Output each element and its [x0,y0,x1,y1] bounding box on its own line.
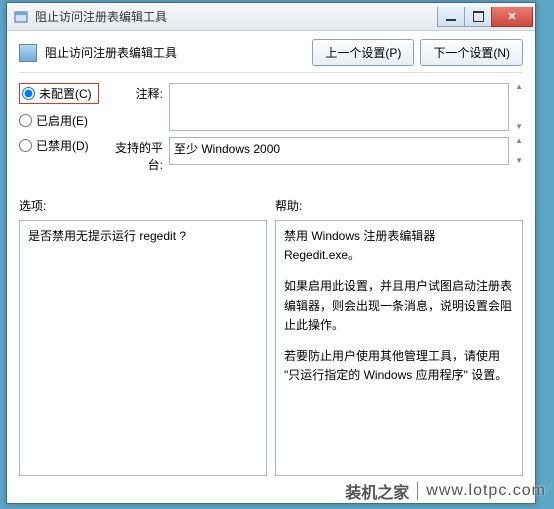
lower-row: 选项: 是否禁用无提示运行 regedit ? 帮助: 禁用 Windows 注… [19,197,523,476]
radio-disabled[interactable]: 已禁用(D) [19,137,99,154]
next-setting-button[interactable]: 下一个设置(N) [420,39,523,66]
maximize-button[interactable] [464,7,492,27]
help-paragraph: 禁用 Windows 注册表编辑器 Regedit.exe。 [284,227,514,265]
header-row: 阻止访问注册表编辑工具 上一个设置(P) 下一个设置(N) [19,39,523,66]
platform-row: 支持的平台: 至少 Windows 2000 ▲▼ [109,137,523,173]
help-column: 帮助: 禁用 Windows 注册表编辑器 Regedit.exe。 如果启用此… [275,197,523,476]
divider [19,72,523,73]
app-icon [13,9,29,25]
close-button[interactable] [491,7,533,27]
help-paragraph: 如果启用此设置，并且用户试图启动注册表编辑器，则会出现一条消息，说明设置会阻止此… [284,277,514,335]
window-title: 阻止访问注册表编辑工具 [35,8,438,25]
minimize-button[interactable] [437,7,465,27]
dialog-content: 阻止访问注册表编辑工具 上一个设置(P) 下一个设置(N) 未配置(C) 已启用… [7,31,535,484]
help-paragraph: 若要防止用户使用其他管理工具，请使用 "只运行指定的 Windows 应用程序"… [284,347,514,385]
previous-setting-button[interactable]: 上一个设置(P) [312,39,414,66]
help-label: 帮助: [275,197,523,214]
config-row: 未配置(C) 已启用(E) 已禁用(D) 注释: ▲▼ 支持的 [19,83,523,179]
policy-title: 阻止访问注册表编辑工具 [45,44,304,61]
comment-row: 注释: ▲▼ [109,83,523,131]
dialog-window: 阻止访问注册表编辑工具 阻止访问注册表编辑工具 上一个设置(P) 下一个设置(N… [6,2,536,504]
radio-disabled-input[interactable] [19,139,32,152]
options-text: 是否禁用无提示运行 regedit ? [28,229,186,243]
comment-scroll[interactable]: ▲▼ [515,83,523,131]
radio-enabled[interactable]: 已启用(E) [19,112,99,129]
nav-buttons: 上一个设置(P) 下一个设置(N) [312,39,523,66]
window-controls [438,7,533,27]
platform-box: 至少 Windows 2000 [169,137,509,165]
platform-label: 支持的平台: [109,137,163,173]
title-bar[interactable]: 阻止访问注册表编辑工具 [7,3,535,31]
radio-disabled-label: 已禁用(D) [36,137,89,154]
platform-scroll[interactable]: ▲▼ [515,137,523,165]
options-label: 选项: [19,197,267,214]
watermark-separator [417,482,418,500]
platform-value: 至少 Windows 2000 [174,140,280,162]
comment-label: 注释: [109,83,163,102]
radio-not-configured[interactable]: 未配置(C) [19,83,99,104]
comment-textarea[interactable] [169,83,509,131]
radio-enabled-input[interactable] [19,114,32,127]
help-panel: 禁用 Windows 注册表编辑器 Regedit.exe。 如果启用此设置，并… [275,220,523,476]
watermark: 装机之家 www.lotpc.com [345,479,546,503]
radio-enabled-label: 已启用(E) [36,112,88,129]
watermark-url: www.lotpc.com [426,482,546,500]
state-radios: 未配置(C) 已启用(E) 已禁用(D) [19,83,99,179]
policy-icon [19,44,37,62]
radio-not-configured-input[interactable] [22,87,35,100]
radio-not-configured-label: 未配置(C) [39,85,92,102]
fields-column: 注释: ▲▼ 支持的平台: 至少 Windows 2000 ▲▼ [109,83,523,179]
options-column: 选项: 是否禁用无提示运行 regedit ? [19,197,267,476]
options-panel: 是否禁用无提示运行 regedit ? [19,220,267,476]
watermark-name: 装机之家 [345,479,409,503]
